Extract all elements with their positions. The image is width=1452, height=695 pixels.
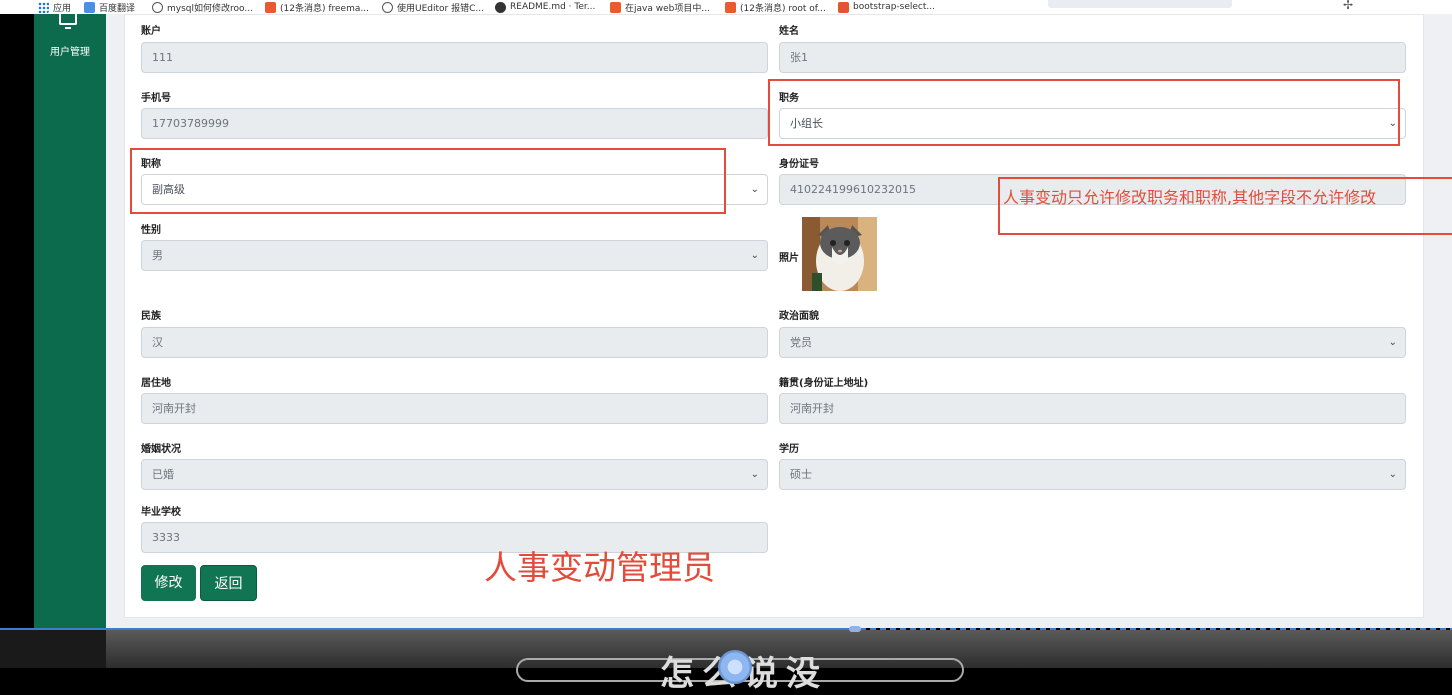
chevron-down-icon: ⌄ xyxy=(750,184,759,195)
native-place-label: 籍贯(身份证上地址) xyxy=(779,378,869,389)
progress-handle[interactable] xyxy=(849,626,861,632)
sidebar-item-user-management[interactable]: 用户管理 xyxy=(34,43,106,58)
back-button[interactable]: 返回 xyxy=(200,565,257,601)
marital-status-value: 已婚 xyxy=(152,468,174,481)
user-photo xyxy=(802,217,877,291)
id-number-label: 身份证号 xyxy=(779,159,819,170)
bookmark-label: 在java web项目中... xyxy=(625,3,710,14)
bookmark-label: 使用UEditor 报错C... xyxy=(397,3,484,14)
link-icon xyxy=(152,1,163,13)
education-select[interactable]: 硕士 ⌄ xyxy=(779,459,1406,490)
chevron-down-icon: ⌄ xyxy=(750,469,759,480)
edit-button[interactable]: 修改 xyxy=(141,565,196,601)
bookmark-mysql[interactable]: mysql如何修改roo... xyxy=(152,0,253,14)
ethnicity-label: 民族 xyxy=(141,311,161,322)
residence-label: 居住地 xyxy=(141,378,171,389)
bookmark-label: 百度翻译 xyxy=(99,3,136,14)
bookmark-label: README.md · Ter... xyxy=(510,2,596,12)
bookmark-label: mysql如何修改roo... xyxy=(167,3,253,14)
political-status-label: 政治面貌 xyxy=(779,311,819,322)
gender-select[interactable]: 男 ⌄ xyxy=(141,240,768,271)
bookmark-ueditor[interactable]: 使用UEditor 报错C... xyxy=(382,0,484,14)
csdn-icon xyxy=(610,1,621,13)
pin-icon[interactable]: ✢ xyxy=(1343,0,1353,12)
bookmark-root[interactable]: (12条消息) root of... xyxy=(725,0,826,14)
progress-fill xyxy=(0,628,850,630)
photo-label: 照片 xyxy=(779,253,799,264)
bookmark-label: (12条消息) freema... xyxy=(280,3,369,14)
gender-value: 男 xyxy=(152,249,163,262)
education-value: 硕士 xyxy=(790,468,812,481)
gender-label: 性别 xyxy=(141,225,161,236)
bookmarks-bar: 应用 百度翻译 mysql如何修改roo... (12条消息) freema..… xyxy=(0,0,1452,14)
bookmark-freemarker[interactable]: (12条消息) freema... xyxy=(265,0,369,14)
account-label: 账户 xyxy=(141,26,161,37)
annotation-box-title xyxy=(130,148,726,214)
marital-status-select[interactable]: 已婚 ⌄ xyxy=(141,459,768,490)
account-input[interactable]: 111 xyxy=(141,42,768,73)
github-icon xyxy=(495,1,506,13)
name-input[interactable]: 张1 xyxy=(779,42,1406,73)
bookmark-label: (12条消息) root of... xyxy=(740,3,826,14)
bookmark-label: 应用 xyxy=(53,3,72,14)
annotation-box-position xyxy=(768,79,1400,146)
chevron-down-icon: ⌄ xyxy=(1388,469,1397,480)
political-status-value: 党员 xyxy=(790,336,812,349)
annotation-role: 人事变动管理员 xyxy=(484,548,715,587)
school-label: 毕业学校 xyxy=(141,507,181,518)
annotation-note: 人事变动只允许修改职务和职称,其他字段不允许修改 xyxy=(1003,188,1377,207)
bookmark-bootstrap-select[interactable]: bootstrap-select... xyxy=(838,0,935,14)
marital-status-label: 婚姻状况 xyxy=(141,444,181,455)
residence-input[interactable]: 河南开封 xyxy=(141,393,768,424)
phone-input[interactable]: 17703789999 xyxy=(141,108,768,139)
csdn-icon xyxy=(265,1,276,13)
link-icon xyxy=(382,1,393,13)
native-place-input[interactable]: 河南开封 xyxy=(779,393,1406,424)
chevron-down-icon: ⌄ xyxy=(750,250,759,261)
bootstrap-icon xyxy=(838,1,849,13)
record-button[interactable] xyxy=(718,650,752,684)
bookmark-label: bootstrap-select... xyxy=(853,2,935,12)
sidebar: 用户管理 xyxy=(34,14,106,668)
csdn-icon xyxy=(725,1,736,13)
political-status-select[interactable]: 党员 ⌄ xyxy=(779,327,1406,358)
apps-grid-icon xyxy=(38,1,49,13)
translate-icon xyxy=(84,1,95,13)
chevron-down-icon: ⌄ xyxy=(1388,337,1397,348)
phone-label: 手机号 xyxy=(141,93,171,104)
left-edge xyxy=(0,14,34,668)
bookmark-javaweb[interactable]: 在java web项目中... xyxy=(610,0,710,14)
name-label: 姓名 xyxy=(779,26,799,37)
monitor-icon xyxy=(59,14,77,30)
bookmark-baidu-fanyi[interactable]: 百度翻译 xyxy=(84,0,135,14)
bookmark-readme[interactable]: README.md · Ter... xyxy=(495,0,595,14)
bookmark-apps[interactable]: 应用 xyxy=(38,0,71,14)
find-bar[interactable] xyxy=(1048,0,1232,8)
education-label: 学历 xyxy=(779,444,799,455)
ethnicity-input[interactable]: 汉 xyxy=(141,327,768,358)
